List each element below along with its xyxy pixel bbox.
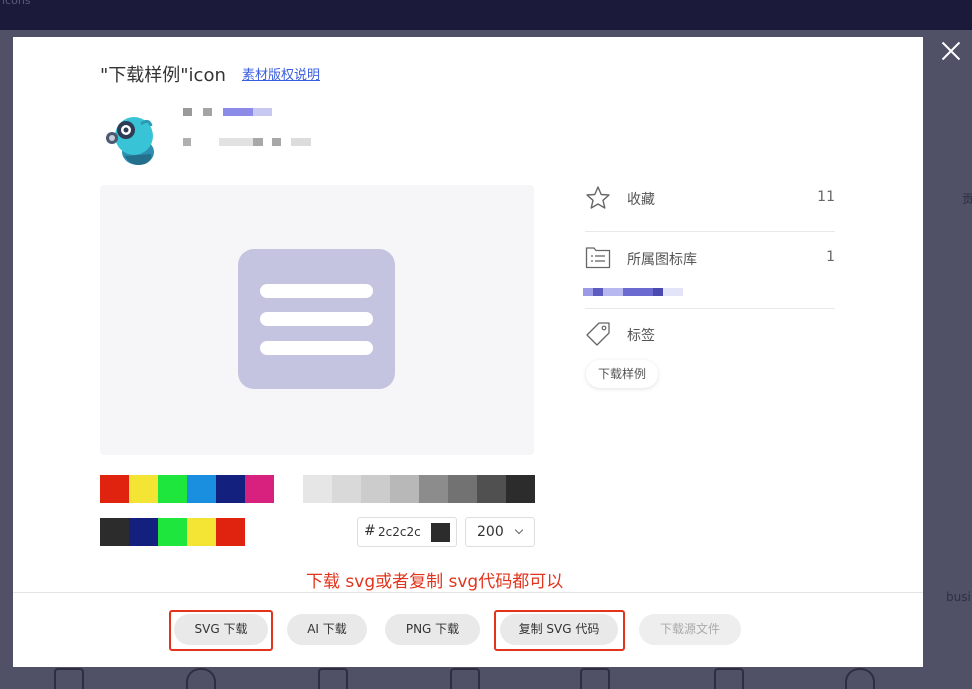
copyright-link[interactable]: 素材版权说明 (242, 64, 320, 83)
color-swatch[interactable] (303, 475, 332, 503)
svg-download-button[interactable]: SVG 下载 (174, 614, 268, 645)
footer-divider (13, 592, 923, 593)
icon-detail-modal: "下载样例"icon 素材版权说明 # 2c2c2c 200 下载 svg或者复… (13, 37, 923, 667)
current-color-swatch[interactable] (431, 523, 450, 542)
color-swatch[interactable] (448, 475, 477, 503)
color-swatch[interactable] (216, 475, 245, 503)
color-swatch[interactable] (245, 475, 274, 503)
color-palette (100, 475, 303, 503)
color-swatch[interactable] (158, 475, 187, 503)
background-icon (186, 668, 216, 689)
size-select[interactable]: 200 (465, 517, 535, 547)
tags-row: 标签 (585, 321, 835, 347)
favorite-count: 11 (817, 189, 835, 205)
background-topbar-text: icons (2, 0, 31, 7)
background-icon (450, 668, 480, 689)
color-swatch[interactable] (419, 475, 448, 503)
close-icon[interactable] (936, 36, 966, 66)
background-top-bar: icons (0, 0, 972, 30)
library-row[interactable]: 所属图标库 1 (585, 245, 835, 271)
tag-icon (586, 322, 610, 346)
gray-palette (303, 475, 535, 503)
color-swatch[interactable] (187, 518, 216, 546)
background-icon (580, 668, 610, 689)
icon-preview (100, 185, 534, 455)
color-swatch[interactable] (477, 475, 506, 503)
color-swatch[interactable] (158, 518, 187, 546)
chevron-down-icon (514, 525, 524, 535)
color-swatch[interactable] (274, 475, 303, 503)
color-swatch[interactable] (216, 518, 245, 546)
download-hint: 下载 svg或者复制 svg代码都可以 (306, 572, 564, 592)
favorite-label: 收藏 (627, 192, 655, 208)
recent-colors (100, 518, 245, 546)
color-swatch[interactable] (332, 475, 361, 503)
background-side-text-2: busi (946, 590, 971, 604)
size-value: 200 (477, 524, 504, 540)
color-swatch[interactable] (506, 475, 535, 503)
author-avatar[interactable] (105, 110, 159, 168)
tag-chip[interactable]: 下载样例 (586, 360, 659, 388)
icon-title: "下载样例"icon (100, 65, 226, 86)
tags-label: 标签 (627, 328, 655, 344)
hex-color-input[interactable]: # 2c2c2c (357, 517, 457, 547)
background-icon (54, 668, 84, 689)
background-side-text: 贡 (962, 192, 972, 206)
hash-label: # (364, 523, 376, 539)
library-label: 所属图标库 (627, 252, 697, 268)
list-icon (238, 249, 395, 389)
color-swatch[interactable] (361, 475, 390, 503)
background-icon (714, 668, 744, 689)
ai-download-button[interactable]: AI 下载 (287, 614, 367, 645)
folder-list-icon (585, 247, 611, 269)
color-swatch[interactable] (100, 518, 129, 546)
copy-svg-code-button[interactable]: 复制 SVG 代码 (500, 614, 618, 645)
png-download-button[interactable]: PNG 下载 (385, 614, 480, 645)
star-icon[interactable] (585, 185, 611, 211)
background-icon (845, 668, 875, 689)
favorite-row[interactable]: 收藏 11 (585, 185, 835, 211)
download-source-button[interactable]: 下载源文件 (639, 614, 741, 645)
color-swatch[interactable] (129, 475, 158, 503)
hex-value[interactable]: 2c2c2c (378, 525, 421, 539)
color-swatch[interactable] (390, 475, 419, 503)
color-swatch[interactable] (187, 475, 216, 503)
color-swatch[interactable] (100, 475, 129, 503)
background-icon (318, 668, 348, 689)
color-swatch[interactable] (129, 518, 158, 546)
divider (585, 231, 835, 232)
divider (585, 308, 835, 309)
library-count: 1 (826, 249, 835, 265)
